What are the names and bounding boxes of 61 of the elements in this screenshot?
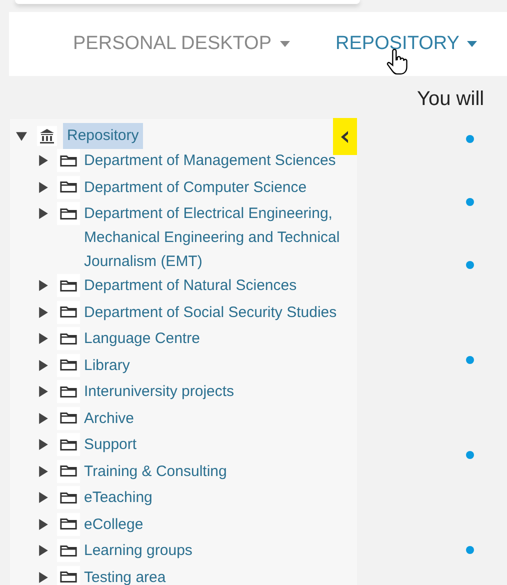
expand-triangle-icon[interactable]	[38, 439, 49, 450]
bullet-icon	[466, 451, 474, 459]
tree-item[interactable]: Library	[84, 354, 346, 378]
bullet-icon	[466, 261, 474, 269]
collapse-button[interactable]	[333, 118, 357, 155]
expand-triangle-icon[interactable]	[38, 182, 49, 192]
expand-triangle-icon[interactable]	[16, 130, 27, 142]
tree-item[interactable]: Testing area	[84, 566, 346, 585]
tree-item[interactable]: Interuniversity projects	[84, 380, 346, 404]
nav-tab[interactable]: PERSONAL DESKTOP	[73, 33, 290, 55]
tree-item[interactable]: Department of Computer Science	[84, 176, 346, 200]
expand-triangle-icon[interactable]	[38, 208, 49, 219]
tree-item[interactable]: Support	[84, 433, 346, 457]
folder-icon	[60, 332, 77, 344]
expand-triangle-icon[interactable]	[38, 518, 49, 530]
bullet-icon	[466, 135, 474, 143]
folder-icon	[60, 154, 77, 166]
tree-item[interactable]: Department of Electrical Engineering, Mechanical Engineering and Technical Journalism (EMT)	[84, 202, 346, 274]
caret-icon	[467, 41, 478, 47]
bullet-icon	[466, 546, 474, 554]
tree-item[interactable]: eTeaching	[84, 486, 346, 510]
folder-icon	[60, 438, 77, 450]
expand-triangle-icon[interactable]	[38, 280, 49, 291]
expand-triangle-icon[interactable]	[38, 466, 49, 476]
expand-triangle-icon[interactable]	[38, 360, 49, 370]
expand-triangle-icon[interactable]	[38, 333, 49, 344]
intro-text: You will	[417, 88, 484, 111]
expand-triangle-icon[interactable]	[38, 386, 49, 397]
caret-icon	[280, 41, 290, 47]
folder-icon	[60, 306, 77, 318]
folder-icon	[60, 465, 77, 477]
folder-icon	[60, 386, 77, 398]
bullet-icon	[466, 356, 474, 364]
expand-triangle-icon[interactable]	[38, 545, 49, 556]
tree-item[interactable]: Repository	[63, 123, 143, 149]
folder-icon	[60, 492, 77, 504]
chevron-left-icon	[341, 130, 349, 142]
folder-icon	[60, 359, 77, 371]
tree-item[interactable]: Department of Natural Sciences	[84, 274, 346, 298]
folder-icon	[60, 181, 77, 193]
folder-icon	[60, 518, 77, 530]
expand-triangle-icon[interactable]	[38, 572, 49, 582]
tree-item[interactable]: Learning groups	[84, 539, 346, 563]
folder-icon	[60, 280, 77, 292]
tree-item[interactable]: eCollege	[84, 512, 346, 536]
folder-icon	[60, 571, 77, 583]
expand-triangle-icon[interactable]	[38, 412, 49, 424]
bank-icon	[37, 126, 57, 146]
expand-triangle-icon[interactable]	[38, 306, 49, 318]
folder-icon	[60, 544, 77, 556]
tree-item[interactable]: Department of Social Security Studies	[84, 300, 346, 324]
folder-icon	[60, 412, 77, 424]
tree-item[interactable]: Department of Management Sciences	[84, 149, 346, 173]
nav-tab[interactable]: REPOSITORY	[336, 33, 478, 55]
tree-item[interactable]: Language Centre	[84, 327, 346, 351]
expand-triangle-icon[interactable]	[38, 155, 49, 166]
folder-icon	[60, 208, 77, 220]
tree-item[interactable]: Training & Consulting	[84, 460, 346, 484]
expand-triangle-icon[interactable]	[38, 492, 49, 503]
bullet-icon	[466, 198, 474, 206]
tree-item[interactable]: Archive	[84, 406, 346, 430]
